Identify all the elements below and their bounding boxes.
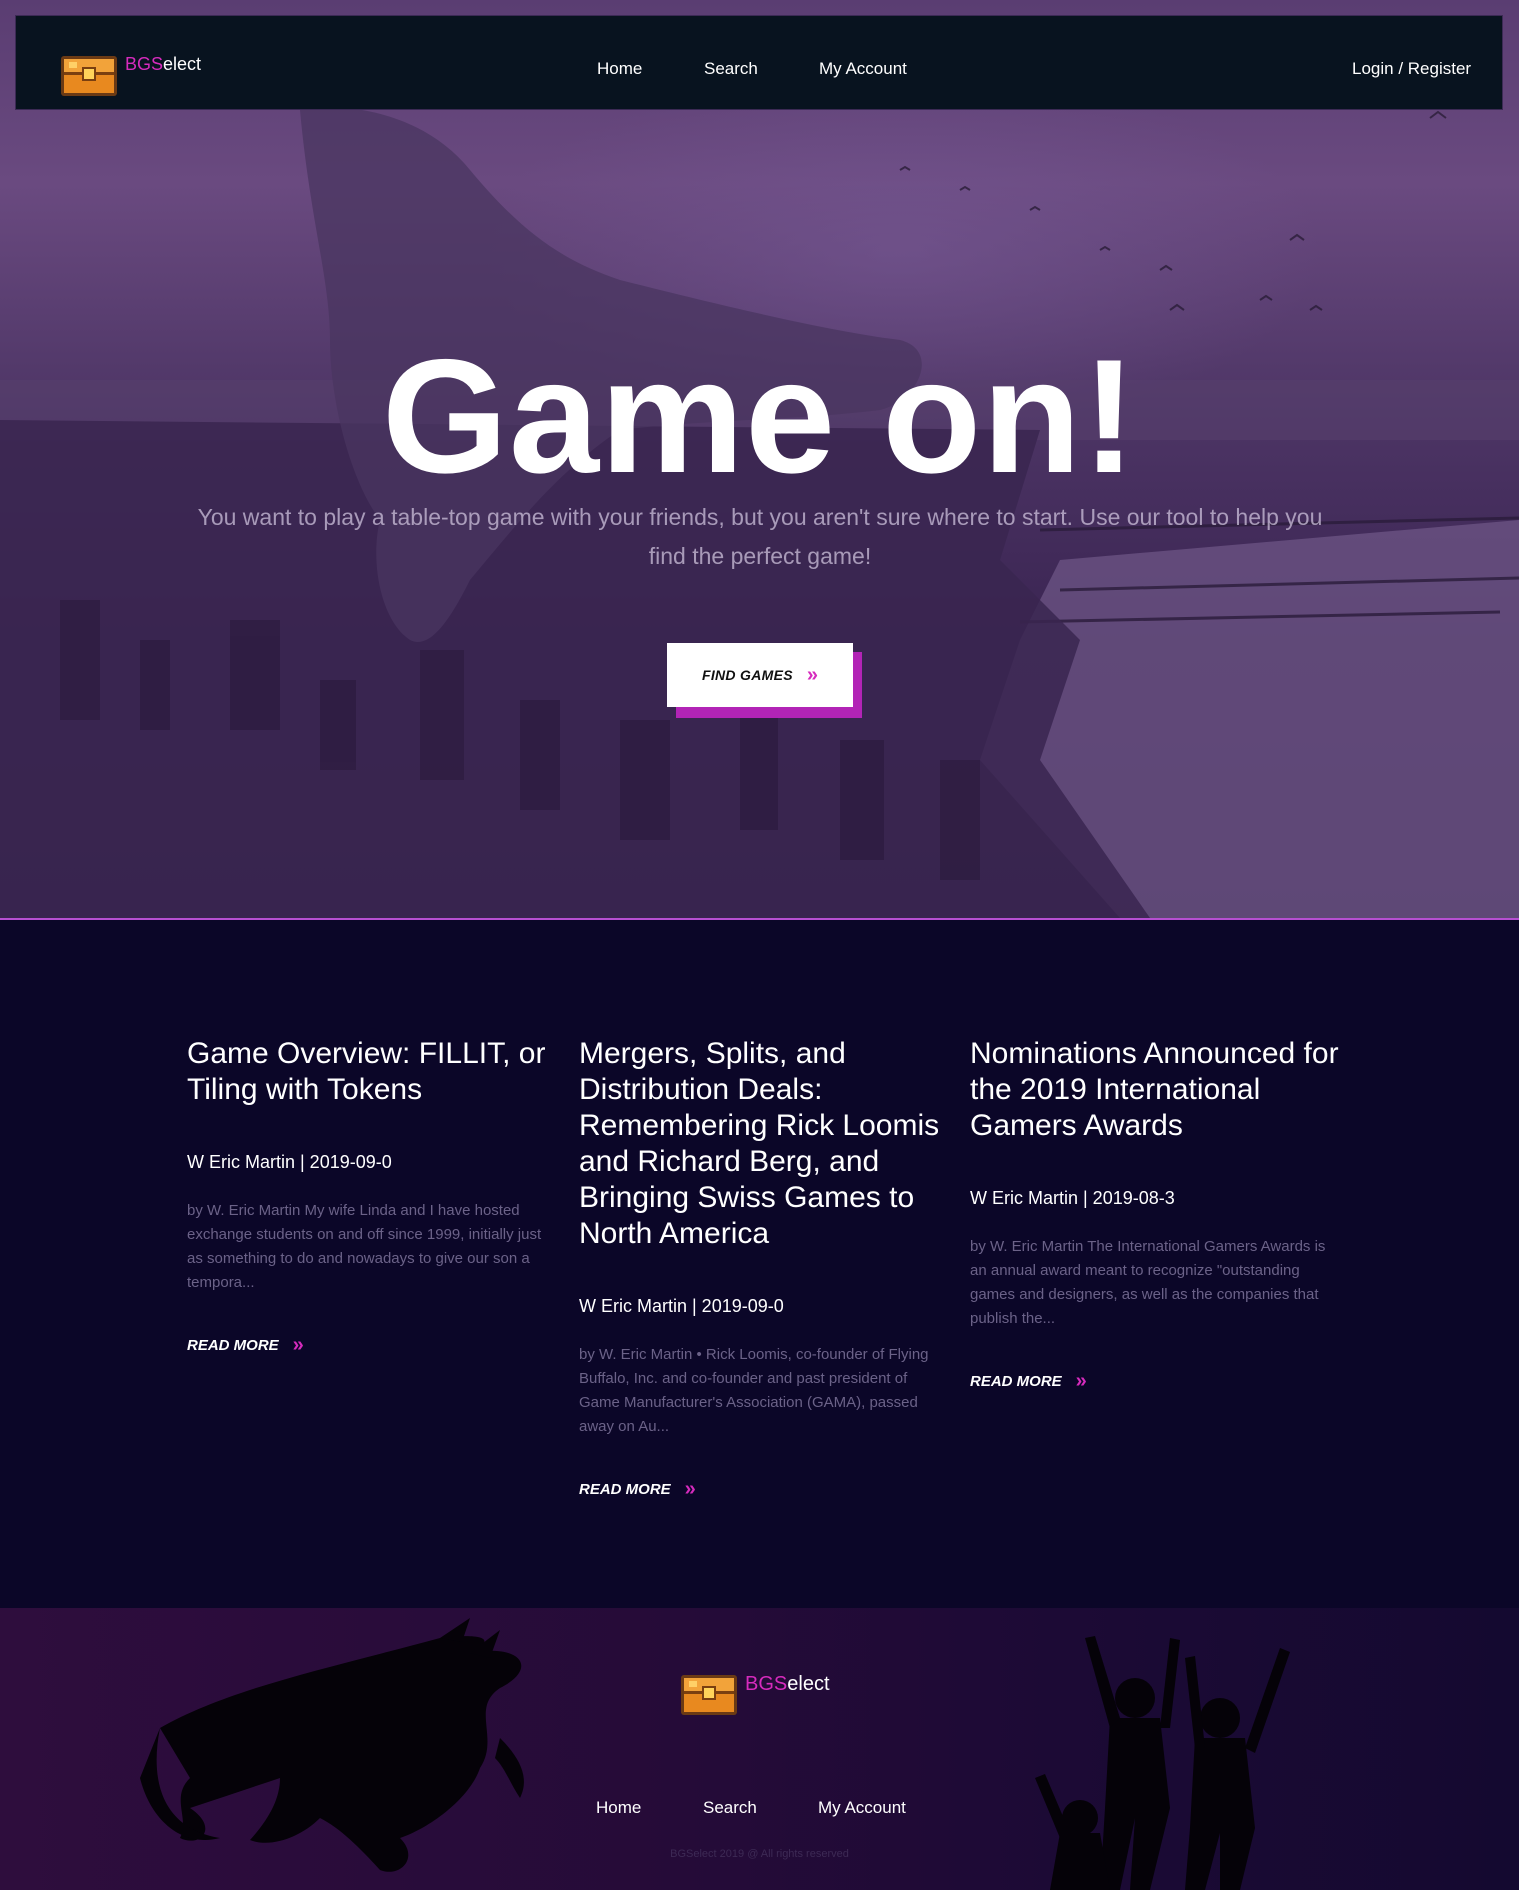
nav-my-account-link[interactable]: My Account — [819, 59, 907, 79]
read-more-label: READ MORE — [970, 1372, 1062, 1390]
read-more-label: READ MORE — [187, 1336, 279, 1354]
top-navbar: BGSelect Home Search My Account Login / … — [15, 15, 1503, 110]
double-chevron-right-icon: » — [806, 664, 818, 686]
treasure-chest-icon — [681, 1675, 737, 1715]
read-more-link[interactable]: READ MORE » — [970, 1371, 1340, 1391]
article-excerpt: by W. Eric Martin • Rick Loomis, co-foun… — [579, 1346, 929, 1435]
article-card: Nominations Announced for the 2019 Inter… — [970, 1036, 1340, 1391]
find-games-button[interactable]: FIND GAMES » — [667, 643, 853, 707]
article-excerpt: by W. Eric Martin The International Game… — [970, 1238, 1326, 1327]
article-card: Game Overview: FILLIT, or Tiling with To… — [187, 1036, 557, 1355]
footer-search-link[interactable]: Search — [703, 1798, 757, 1818]
read-more-label: READ MORE — [579, 1480, 671, 1498]
footer-my-account-link[interactable]: My Account — [818, 1798, 906, 1818]
article-excerpt: by W. Eric Martin My wife Linda and I ha… — [187, 1202, 542, 1291]
article-meta: W Eric Martin | 2019-09-0 — [579, 1296, 784, 1316]
hero-section: BGSelect Home Search My Account Login / … — [0, 0, 1519, 920]
nav-search-link[interactable]: Search — [704, 59, 758, 79]
dragon-silhouette-icon — [140, 1618, 524, 1872]
article-title[interactable]: Nominations Announced for the 2019 Inter… — [970, 1036, 1340, 1144]
brand-name-rest: elect — [163, 54, 202, 74]
find-games-button-label: FIND GAMES — [701, 667, 793, 683]
brand-logo[interactable]: BGSelect — [59, 50, 201, 98]
double-chevron-right-icon: » — [1075, 1370, 1087, 1392]
hero-subtitle: You want to play a table-top game with y… — [197, 504, 1323, 569]
footer-home-link[interactable]: Home — [596, 1798, 641, 1818]
site-footer: BGSelect Home Search My Account BGSelect… — [0, 1608, 1519, 1890]
brand-name-highlight: BGS — [125, 54, 164, 74]
brand-name-rest: elect — [787, 1673, 830, 1695]
hero-title: Game on! — [381, 326, 1138, 507]
article-meta: W Eric Martin | 2019-08-3 — [970, 1188, 1175, 1208]
article-card: Mergers, Splits, and Distribution Deals:… — [579, 1036, 949, 1499]
treasure-chest-icon — [61, 56, 117, 96]
read-more-link[interactable]: READ MORE » — [579, 1479, 949, 1499]
brand-name-highlight: BGS — [745, 1673, 788, 1695]
brand-name: BGSelect — [745, 1673, 830, 1696]
copyright-text: BGSelect 2019 @ All rights reserved — [670, 1848, 849, 1860]
read-more-link[interactable]: READ MORE » — [187, 1335, 557, 1355]
nav-home-link[interactable]: Home — [597, 59, 642, 79]
double-chevron-right-icon: » — [684, 1478, 696, 1500]
double-chevron-right-icon: » — [292, 1334, 304, 1356]
article-meta: W Eric Martin | 2019-09-0 — [187, 1152, 392, 1172]
brand-name: BGSelect — [125, 54, 201, 75]
article-title[interactable]: Mergers, Splits, and Distribution Deals:… — [579, 1036, 949, 1252]
footer-brand-logo[interactable]: BGSelect — [679, 1669, 830, 1717]
article-title[interactable]: Game Overview: FILLIT, or Tiling with To… — [187, 1036, 557, 1108]
nav-login-register-link[interactable]: Login / Register — [1352, 59, 1471, 79]
